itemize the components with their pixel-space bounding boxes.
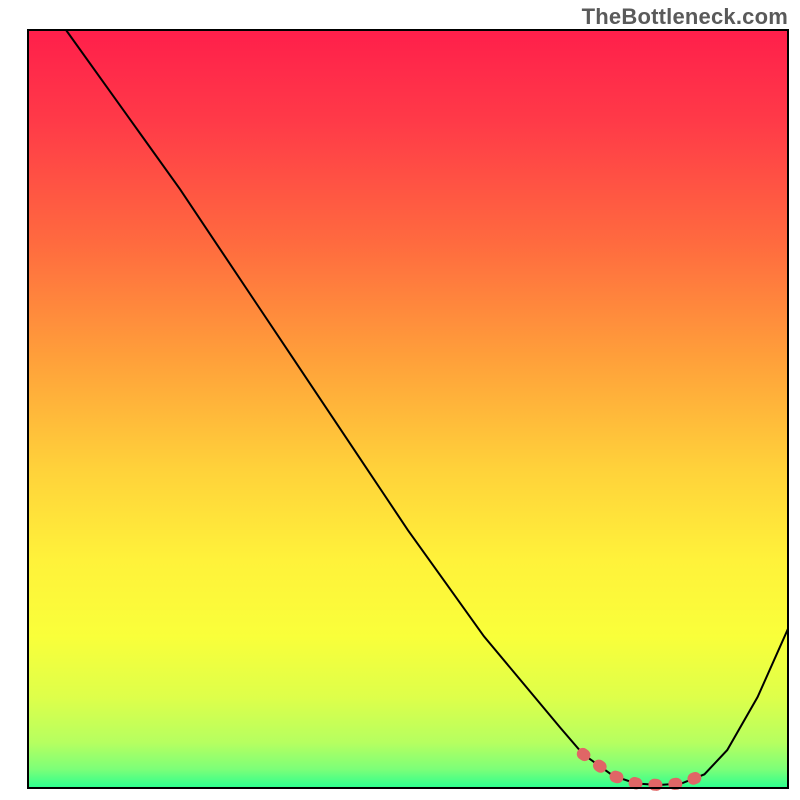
severity-gradient-background: [28, 30, 788, 788]
chart-canvas: [0, 0, 800, 800]
bottleneck-chart: TheBottleneck.com: [0, 0, 800, 800]
plot-area: [28, 30, 788, 788]
watermark-text: TheBottleneck.com: [582, 4, 788, 30]
